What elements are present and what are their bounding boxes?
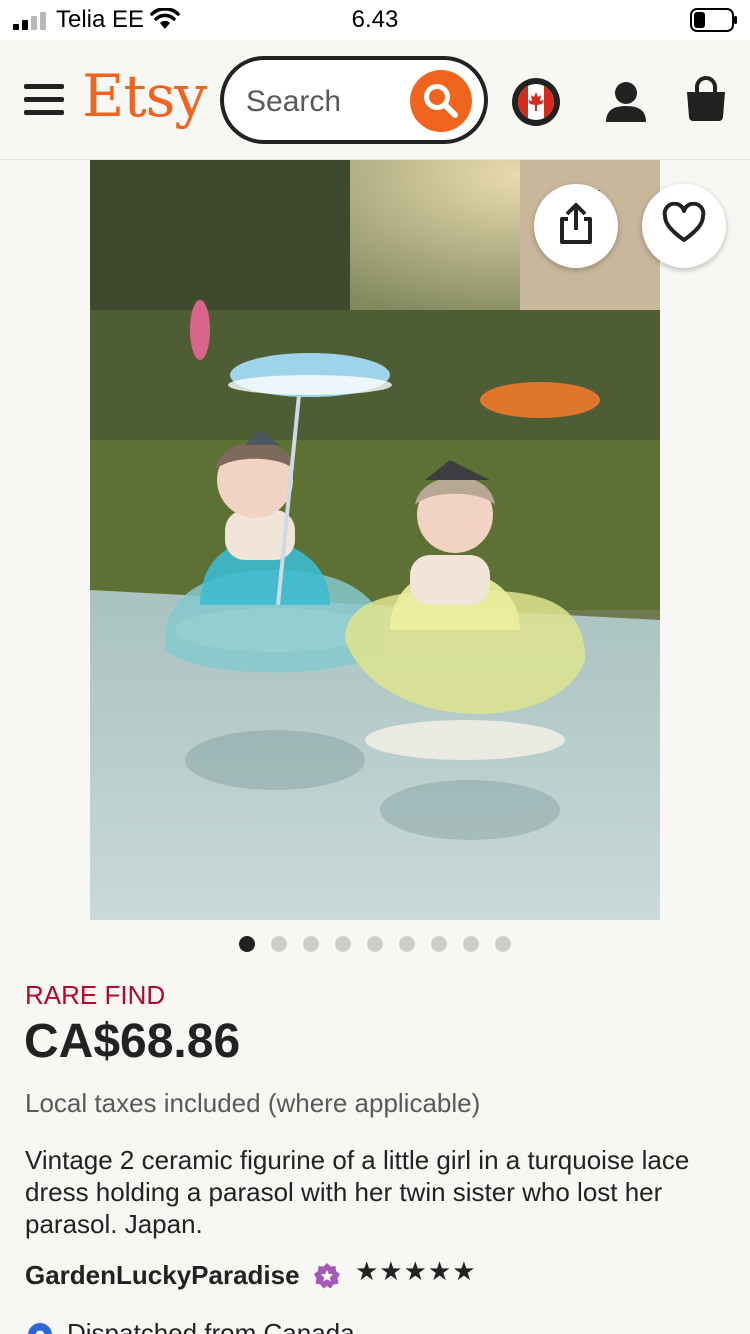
heart-icon — [662, 202, 706, 242]
star-seller-badge-icon — [314, 1263, 340, 1289]
cart-button[interactable] — [684, 76, 728, 122]
location-pin-icon — [28, 1323, 52, 1334]
rating-stars[interactable]: ★★★★★ — [355, 1256, 477, 1287]
favorite-button[interactable] — [642, 184, 726, 268]
carousel-dot[interactable] — [463, 936, 479, 952]
carousel-dot[interactable] — [367, 936, 383, 952]
price: CA$68.86 — [24, 1015, 241, 1068]
user-icon — [606, 82, 646, 122]
carousel-dot[interactable] — [303, 936, 319, 952]
wifi-icon — [150, 8, 180, 29]
product-image[interactable] — [90, 160, 660, 920]
status-bar: Telia EE 6.43 — [0, 0, 750, 40]
share-icon — [560, 203, 592, 244]
rare-find-badge: RARE FIND — [25, 980, 166, 1010]
signal-bars-icon — [13, 12, 46, 30]
etsy-logo[interactable]: Etsy — [82, 62, 207, 130]
carousel-dot[interactable] — [239, 936, 255, 952]
carousel-dot[interactable] — [271, 936, 287, 952]
share-button[interactable] — [534, 184, 618, 268]
battery-icon — [690, 8, 737, 32]
carousel-dot[interactable] — [399, 936, 415, 952]
canada-flag-icon — [518, 84, 554, 120]
search-input[interactable] — [246, 82, 406, 122]
carousel-dot[interactable] — [431, 936, 447, 952]
carousel-dots — [0, 936, 750, 956]
site-header: Etsy — [0, 40, 750, 160]
region-button[interactable] — [512, 78, 560, 126]
hamburger-menu-icon[interactable] — [22, 82, 66, 118]
carousel-dot[interactable] — [495, 936, 511, 952]
dispatch-text: Dispatched from Canada — [67, 1318, 355, 1334]
shopping-bag-icon — [687, 76, 725, 121]
account-button[interactable] — [604, 80, 648, 124]
listing-title: Vintage 2 ceramic figurine of a little g… — [25, 1145, 690, 1239]
tax-note: Local taxes included (where applicable) — [25, 1088, 481, 1118]
search-bar — [220, 56, 488, 144]
carrier-name: Telia EE — [56, 6, 145, 33]
shop-name-link[interactable]: GardenLuckyParadise — [25, 1260, 300, 1291]
search-button[interactable] — [410, 70, 472, 132]
search-icon — [424, 84, 458, 118]
carousel-dot[interactable] — [335, 936, 351, 952]
